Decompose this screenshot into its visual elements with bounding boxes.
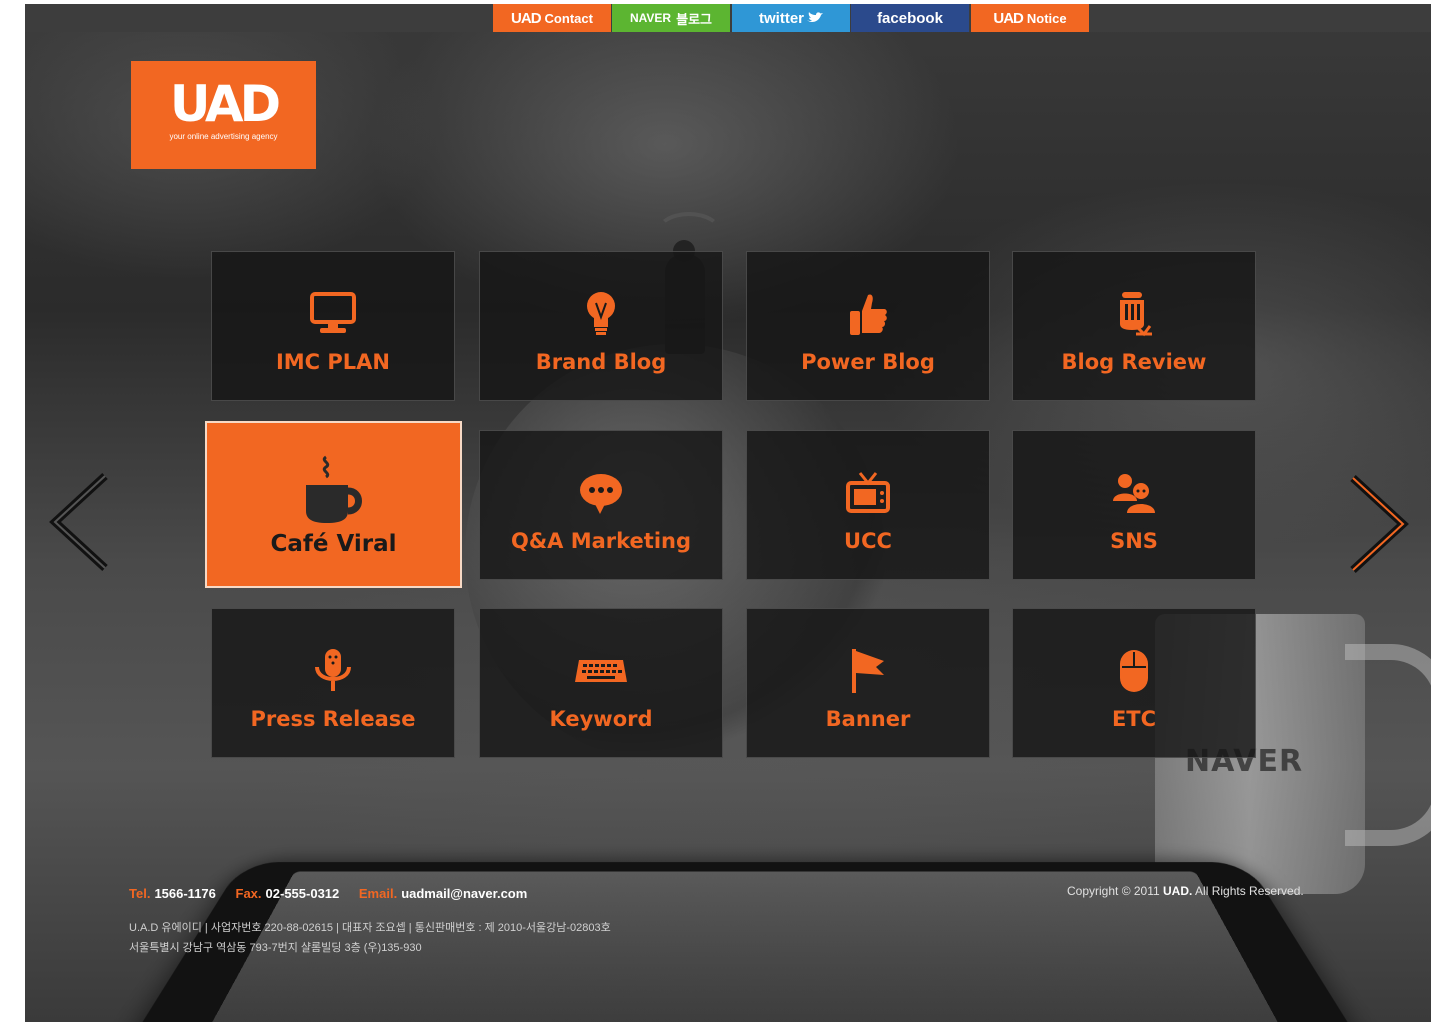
facebook-label: facebook xyxy=(877,9,943,27)
tel-label: Tel. xyxy=(129,886,151,901)
naver-blog-label: 블로그 xyxy=(676,11,712,27)
microphone-icon xyxy=(212,647,454,695)
speech-bubble-icon xyxy=(480,469,722,517)
service-tile-etc[interactable]: ETC xyxy=(1012,608,1256,758)
copyright-brand: UAD. xyxy=(1163,884,1193,898)
uad-notice-link[interactable]: UAD Notice xyxy=(971,4,1089,32)
naver-logo-icon: NAVER xyxy=(629,11,672,25)
service-label: Power Blog xyxy=(801,350,935,374)
service-tile-imc-plan[interactable]: IMC PLAN xyxy=(211,251,455,401)
facebook-link[interactable]: facebook xyxy=(851,4,969,32)
uad-logo-icon: UAD xyxy=(993,9,1023,27)
service-label: UCC xyxy=(844,529,892,553)
fax-label: Fax. xyxy=(235,886,262,901)
service-label: Q&A Marketing xyxy=(510,529,692,553)
service-label: Café Viral xyxy=(270,531,397,557)
footer-contact: Tel. 1566-1176 Fax. 02-555-0312 Email. uadm… xyxy=(129,886,543,901)
service-tile-sns[interactable]: SNS xyxy=(1012,430,1256,580)
service-tile-power-blog[interactable]: Power Blog xyxy=(746,251,990,401)
service-label: IMC PLAN xyxy=(275,350,391,374)
service-label: Banner xyxy=(825,707,911,731)
flag-icon xyxy=(747,647,989,695)
email-link[interactable]: uadmail@naver.com xyxy=(401,886,527,901)
service-tile-ucc[interactable]: UCC xyxy=(746,430,990,580)
people-icon xyxy=(1013,469,1255,517)
service-label: Press Release xyxy=(250,707,416,731)
service-tile-keyword[interactable]: Keyword xyxy=(479,608,723,758)
chevron-right-icon xyxy=(1350,475,1409,573)
keyboard-icon xyxy=(480,647,722,695)
service-tile-qa-marketing[interactable]: Q&A Marketing xyxy=(479,430,723,580)
twitter-label: twitter xyxy=(759,9,804,27)
tv-icon xyxy=(747,469,989,517)
signal-icon xyxy=(655,212,723,256)
chevron-left-icon xyxy=(49,473,108,571)
service-label: SNS xyxy=(1110,529,1158,553)
footer-company-info: U.A.D 유에이디 | 사업자번호 220-88-02615 | 대표자 조요… xyxy=(129,918,611,958)
monitor-icon xyxy=(212,290,454,338)
mouse-icon xyxy=(1013,647,1255,695)
naver-blog-link[interactable]: NAVER 블로그 xyxy=(612,4,730,32)
lightbulb-icon xyxy=(480,290,722,338)
copyright: Copyright © 2011 UAD. All Rights Reserve… xyxy=(1067,884,1304,898)
uad-logo[interactable]: UAD your online advertising agency xyxy=(131,61,316,169)
background-mug-handle xyxy=(1345,644,1431,846)
bird-icon xyxy=(807,12,823,23)
notice-label: Notice xyxy=(1026,10,1067,26)
company-registration: U.A.D 유에이디 | 사업자번호 220-88-02615 | 대표자 조요… xyxy=(129,922,611,934)
top-link-bar: UAD Contact NAVER 블로그 twitter facebook U… xyxy=(25,4,1431,32)
uad-logo-icon: UAD xyxy=(511,9,541,27)
coffee-cup-icon xyxy=(207,455,460,525)
thumbs-up-icon xyxy=(747,290,989,338)
copyright-suffix: All Rights Reserved. xyxy=(1195,884,1304,898)
service-tile-cafe-viral[interactable]: Café Viral xyxy=(205,421,462,588)
prev-arrow-button[interactable] xyxy=(45,472,115,572)
company-address: 서울특별시 강남구 역삼동 793-7번지 샬롬빌딩 3층 (우)135-930 xyxy=(129,942,422,954)
service-label: ETC xyxy=(1111,707,1157,731)
contact-label: Contact xyxy=(544,10,593,26)
service-tile-brand-blog[interactable]: Brand Blog xyxy=(479,251,723,401)
service-tile-press-release[interactable]: Press Release xyxy=(211,608,455,758)
service-tile-blog-review[interactable]: Blog Review xyxy=(1012,251,1256,401)
email-label: Email. xyxy=(358,886,398,901)
service-label: Blog Review xyxy=(1061,350,1207,374)
main-stage: NAVER UAD Contact NAVER 블로그 twitter face… xyxy=(25,4,1431,1022)
tel-value: 1566-1176 xyxy=(154,886,216,901)
service-tile-banner[interactable]: Banner xyxy=(746,608,990,758)
next-arrow-button[interactable] xyxy=(1343,474,1413,574)
pencil-cup-icon xyxy=(1013,290,1255,338)
service-label: Brand Blog xyxy=(535,350,667,374)
service-label: Keyword xyxy=(549,707,653,731)
copyright-prefix: Copyright © 2011 xyxy=(1067,884,1160,898)
fax-value: 02-555-0312 xyxy=(265,886,340,901)
logo-tagline: your online advertising agency xyxy=(169,132,278,141)
twitter-link[interactable]: twitter xyxy=(732,4,850,32)
logo-wordmark: UAD xyxy=(169,75,281,133)
uad-contact-link[interactable]: UAD Contact xyxy=(493,4,611,32)
